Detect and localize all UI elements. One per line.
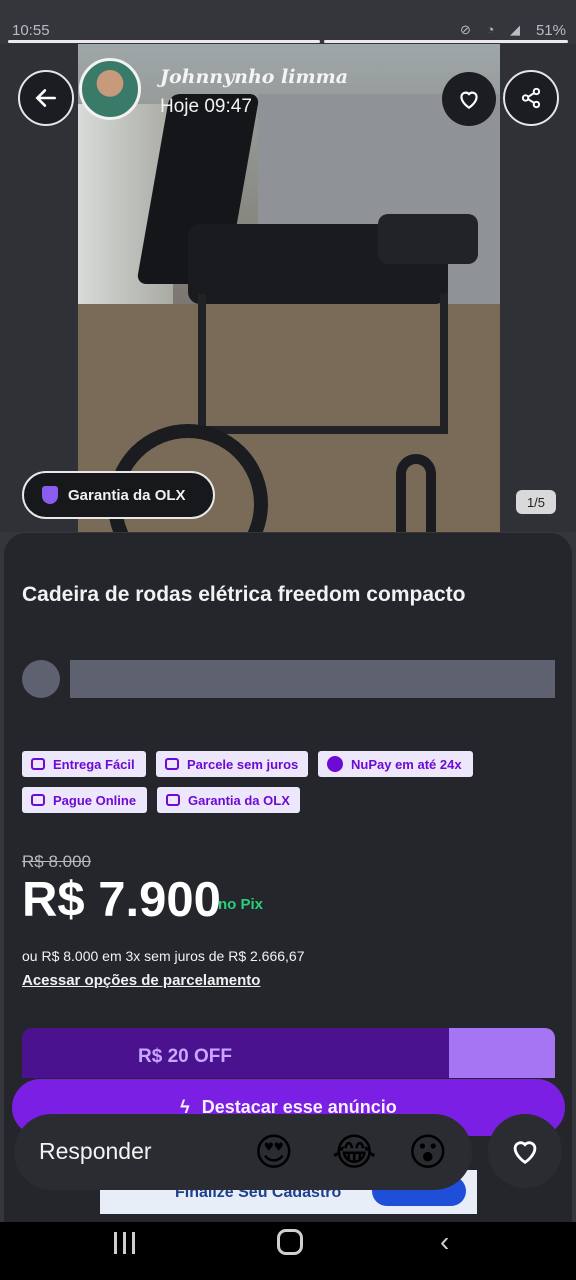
discount-banner-side[interactable] [449,1028,555,1078]
truck-icon [31,758,45,770]
chip-label: Garantia da OLX [188,792,290,808]
back-button[interactable] [18,70,74,126]
shield-outline-icon [166,794,180,806]
heart-icon [460,91,478,109]
status-bar: 10:55 ⊘ ◔ ◢ 51% [0,0,576,44]
chip-garantia: Garantia da OLX [157,787,300,813]
chip-parcele-sem-juros: Parcele sem juros [156,751,308,777]
seller-avatar-placeholder [22,660,60,698]
status-time: 10:55 [12,22,50,39]
avatar[interactable] [79,58,141,120]
battery-level: 51% [535,22,566,39]
chip-nupay: NuPay em até 24x [318,751,473,777]
chip-pague-online: Pague Online [22,787,147,813]
reply-input[interactable]: Responder [39,1138,152,1165]
warranty-badge-label: Garantia da OLX [68,486,186,504]
price: R$ 7.900 [22,873,221,927]
chip-label: NuPay em até 24x [351,756,462,772]
chip-label: Pague Online [53,792,137,808]
price-note: no Pix [218,896,264,913]
story-user-name[interactable]: Johnnynho limma [160,66,348,88]
chip-label: Parcele sem juros [187,756,299,772]
nupay-icon [327,756,343,772]
story-post-time: Hoje 09:47 [160,96,252,117]
seller-info-placeholder [70,660,555,698]
listing-title: Cadeira de rodas elétrica freedom compac… [22,583,466,606]
favorite-button[interactable] [442,72,496,126]
story-progress-2 [324,40,568,43]
home-icon[interactable] [277,1229,303,1255]
chair-frame [198,294,448,434]
installments-text: ou R$ 8.000 em 3x sem juros de R$ 2.666,… [22,948,305,964]
story-progress-1 [8,40,320,43]
back-arrow-icon [35,89,56,107]
bag-icon [31,794,45,806]
chair-joystick [378,214,478,264]
reply-bar[interactable]: Responder 😍 😂 😮 [14,1114,472,1190]
warranty-badge[interactable]: Garantia da OLX [22,471,215,519]
listing-photo[interactable] [78,44,500,532]
like-story-button[interactable] [488,1114,562,1188]
old-price: R$ 8.000 [22,852,91,871]
shield-icon [42,486,58,504]
card-icon [165,758,179,770]
reaction-surprised[interactable]: 😮 [408,1128,448,1176]
story-screen: 10:55 ⊘ ◔ ◢ 51% Johnnynho limma Hoje 09:… [0,0,576,1280]
nav-back-icon[interactable]: ‹ [440,1226,449,1258]
recents-icon[interactable] [114,1232,140,1254]
installments-link[interactable]: Acessar opções de parcelamento [22,972,260,989]
share-icon [521,87,541,109]
share-button[interactable] [503,70,559,126]
heart-icon [513,1141,537,1165]
discount-banner[interactable]: R$ 20 OFF [22,1028,449,1078]
chip-label: Entrega Fácil [53,756,135,772]
photo-counter: 1/5 [516,490,556,514]
reaction-laughing[interactable]: 😂 [332,1128,376,1176]
status-icons: ⊘ ◔ ◢ [460,22,526,37]
chip-entrega-facil: Entrega Fácil [22,751,146,777]
reaction-heart-eyes[interactable]: 😍 [254,1128,294,1176]
chair-front-wheel [396,454,436,532]
